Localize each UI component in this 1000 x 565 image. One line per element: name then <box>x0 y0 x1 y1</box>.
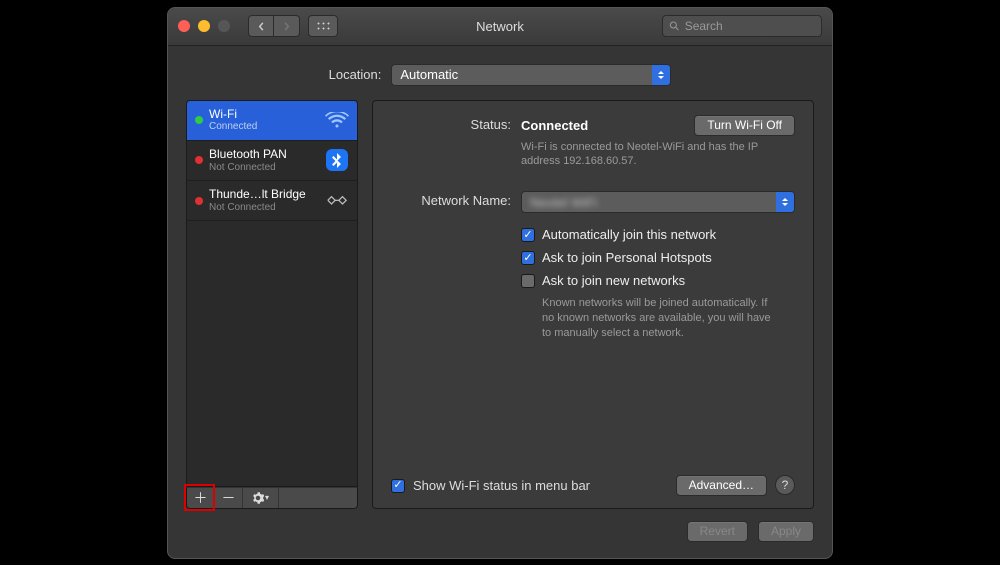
network-name-label: Network Name: <box>391 191 511 341</box>
sidebar-toolbar: ＋ － ▾ <box>186 487 358 509</box>
search-icon <box>669 20 680 32</box>
auto-join-checkbox[interactable] <box>521 228 535 242</box>
add-interface-button[interactable]: ＋ <box>187 488 215 508</box>
window-footer: Revert Apply <box>168 521 832 558</box>
network-preferences-window: Network Location: Automatic Wi-Fi Connec… <box>167 7 833 559</box>
sidebar-item-thunderbolt-bridge[interactable]: Thunde…lt Bridge Not Connected <box>187 181 357 221</box>
interfaces-sidebar: Wi-Fi Connected Bluetooth PAN Not Connec… <box>186 100 358 487</box>
thunderbolt-bridge-icon <box>325 192 349 210</box>
back-button[interactable] <box>248 15 274 37</box>
traffic-lights <box>178 20 230 32</box>
ask-hotspots-checkbox[interactable] <box>521 251 535 265</box>
select-arrows-icon <box>652 65 670 85</box>
grid-icon <box>316 21 330 31</box>
turn-wifi-off-button[interactable]: Turn Wi-Fi Off <box>694 115 795 136</box>
sidebar-item-text: Bluetooth PAN Not Connected <box>209 148 319 173</box>
sidebar-item-text: Wi-Fi Connected <box>209 108 319 133</box>
revert-button[interactable]: Revert <box>687 521 748 542</box>
select-arrows-icon <box>776 192 794 212</box>
interface-name: Thunde…lt Bridge <box>209 188 319 202</box>
location-row: Location: Automatic <box>168 46 832 100</box>
network-name-row: Network Name: Neotel WiFi Automatically … <box>391 191 795 341</box>
remove-interface-button[interactable]: － <box>215 488 243 508</box>
close-window-button[interactable] <box>178 20 190 32</box>
minimize-window-button[interactable] <box>198 20 210 32</box>
sidebar-item-text: Thunde…lt Bridge Not Connected <box>209 188 319 213</box>
status-description: Wi-Fi is connected to Neotel-WiFi and ha… <box>521 140 771 170</box>
search-field[interactable] <box>662 15 822 37</box>
bluetooth-icon <box>325 151 349 169</box>
status-row: Status: Connected Turn Wi-Fi Off Wi-Fi i… <box>391 115 795 170</box>
status-dot-icon <box>195 156 203 164</box>
ask-new-label: Ask to join new networks <box>542 273 685 288</box>
location-select[interactable]: Automatic <box>391 64 671 86</box>
location-label: Location: <box>329 67 382 82</box>
ask-new-row: Ask to join new networks <box>521 273 795 288</box>
detail-panel: Status: Connected Turn Wi-Fi Off Wi-Fi i… <box>372 100 814 509</box>
interface-actions-button[interactable]: ▾ <box>243 488 279 508</box>
ask-hotspots-label: Ask to join Personal Hotspots <box>542 250 712 265</box>
ask-new-description: Known networks will be joined automatica… <box>542 296 782 341</box>
auto-join-label: Automatically join this network <box>542 227 716 242</box>
status-label: Status: <box>391 115 511 170</box>
ask-new-checkbox[interactable] <box>521 274 535 288</box>
interface-status: Connected <box>209 121 319 133</box>
sidebar-item-wifi[interactable]: Wi-Fi Connected <box>187 101 357 141</box>
interface-name: Wi-Fi <box>209 108 319 122</box>
chevron-down-icon: ▾ <box>265 493 269 502</box>
wifi-icon <box>325 111 349 129</box>
titlebar: Network <box>168 8 832 46</box>
nav-buttons <box>248 15 300 37</box>
status-value: Connected <box>521 118 588 133</box>
auto-join-row: Automatically join this network <box>521 227 795 242</box>
forward-button[interactable] <box>274 15 300 37</box>
detail-footer: Show Wi-Fi status in menu bar Advanced… … <box>391 475 795 496</box>
status-dot-icon <box>195 197 203 205</box>
sidebar-item-bluetooth-pan[interactable]: Bluetooth PAN Not Connected <box>187 141 357 181</box>
show-menu-checkbox[interactable] <box>391 479 405 493</box>
zoom-window-button[interactable] <box>218 20 230 32</box>
ask-hotspots-row: Ask to join Personal Hotspots <box>521 250 795 265</box>
interface-status: Not Connected <box>209 202 319 214</box>
content-area: Wi-Fi Connected Bluetooth PAN Not Connec… <box>168 100 832 521</box>
apply-button[interactable]: Apply <box>758 521 814 542</box>
search-input[interactable] <box>685 19 815 33</box>
interface-name: Bluetooth PAN <box>209 148 319 162</box>
status-dot-icon <box>195 116 203 124</box>
location-value: Automatic <box>400 67 458 82</box>
help-button[interactable]: ? <box>775 475 795 495</box>
gear-icon <box>252 492 264 504</box>
network-name-value: Neotel WiFi <box>530 195 597 210</box>
interface-status: Not Connected <box>209 162 319 174</box>
network-name-select[interactable]: Neotel WiFi <box>521 191 795 213</box>
sidebar-wrap: Wi-Fi Connected Bluetooth PAN Not Connec… <box>186 100 358 509</box>
advanced-button[interactable]: Advanced… <box>676 475 767 496</box>
show-all-button[interactable] <box>308 15 338 37</box>
show-menu-label: Show Wi-Fi status in menu bar <box>413 478 590 493</box>
